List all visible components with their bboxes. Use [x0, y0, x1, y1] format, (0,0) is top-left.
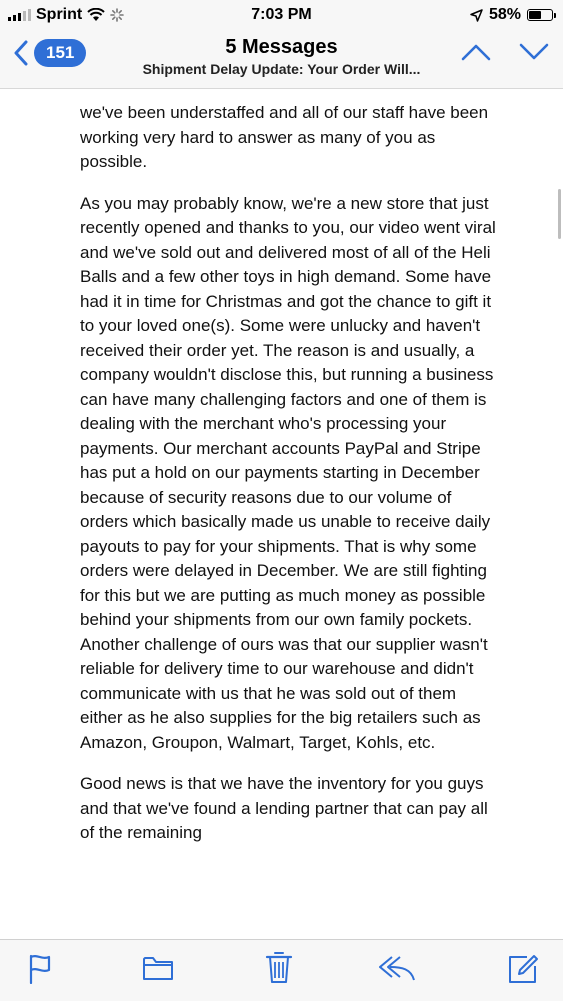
email-paragraph: Good news is that we have the inventory … — [80, 774, 488, 842]
chevron-up-icon[interactable] — [461, 42, 491, 62]
nav-title: 5 Messages — [225, 36, 338, 58]
chevron-down-icon[interactable] — [519, 42, 549, 62]
folder-icon[interactable] — [142, 954, 174, 982]
email-body: we've been understaffed and all of our s… — [80, 101, 500, 863]
email-paragraph: As you may probably know, we're a new st… — [80, 193, 496, 752]
scrollbar[interactable] — [558, 189, 561, 239]
battery-percent: 58% — [488, 6, 521, 23]
email-content[interactable]: we've been understaffed and all of our s… — [0, 89, 563, 939]
reply-icon[interactable] — [378, 954, 416, 982]
compose-icon[interactable] — [507, 954, 539, 984]
status-right: 58% — [470, 6, 556, 24]
chevron-left-icon — [14, 40, 28, 66]
location-arrow-icon — [470, 8, 483, 22]
bottom-toolbar — [0, 939, 563, 1001]
trash-icon[interactable] — [265, 950, 293, 984]
battery-icon — [527, 9, 556, 21]
back-button[interactable]: 151 — [14, 39, 87, 67]
status-bar: Sprint 7:03 PM 58% — [0, 0, 563, 30]
nav-bar: 151 5 Messages Shipment Delay Update: Yo… — [0, 30, 563, 89]
battery-fill — [529, 11, 541, 19]
nav-title-group: 5 Messages Shipment Delay Update: Your O… — [110, 35, 453, 79]
message-nav-arrows — [461, 42, 549, 62]
unread-count-badge: 151 — [34, 39, 87, 67]
nav-subtitle: Shipment Delay Update: Your Order Will..… — [142, 61, 421, 77]
email-paragraph: we've been understaffed and all of our s… — [80, 103, 489, 171]
flag-icon[interactable] — [28, 954, 52, 984]
